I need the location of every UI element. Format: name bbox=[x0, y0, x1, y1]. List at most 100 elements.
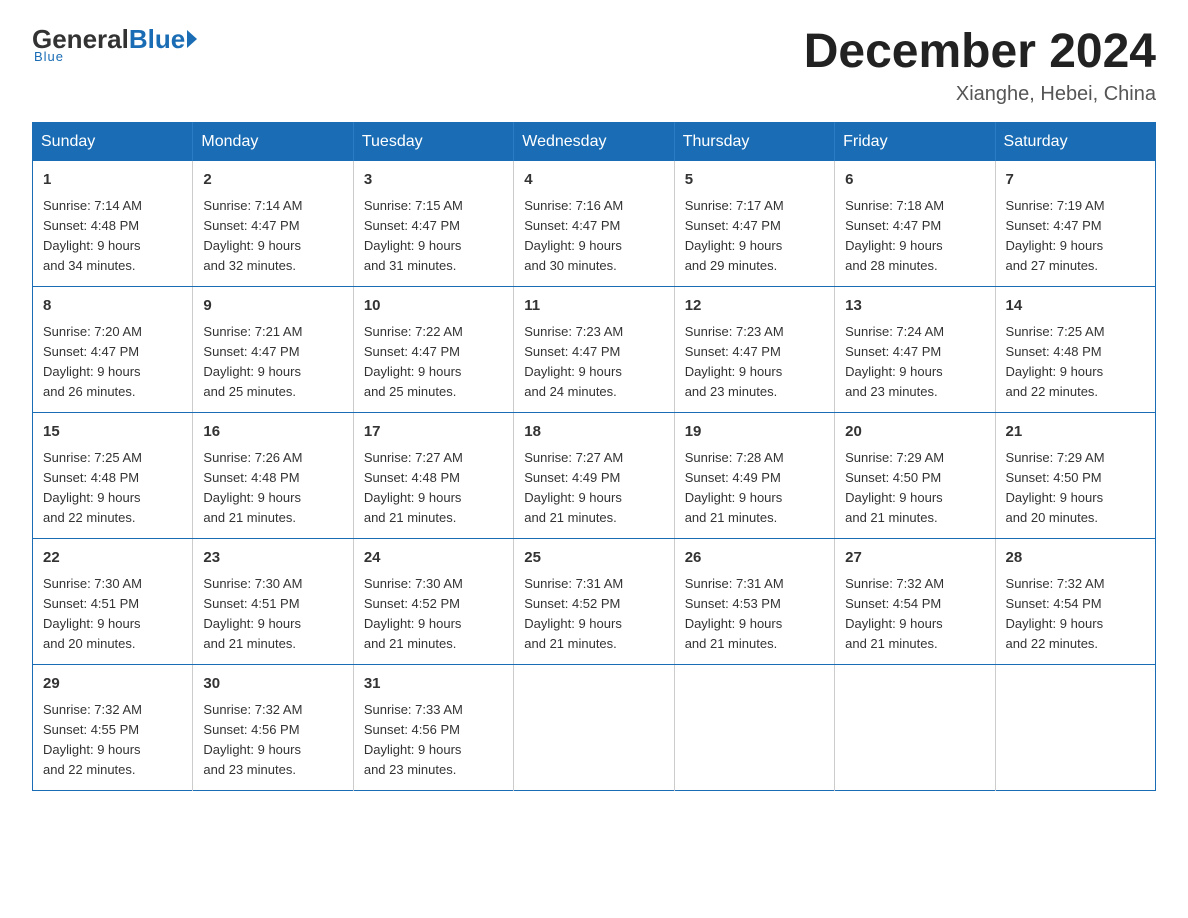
day-number: 22 bbox=[43, 547, 182, 570]
main-title: December 2024 bbox=[804, 24, 1156, 79]
day-info: Sunrise: 7:17 AM Sunset: 4:47 PM Dayligh… bbox=[685, 196, 824, 277]
day-number: 28 bbox=[1006, 547, 1145, 570]
day-number: 26 bbox=[685, 547, 824, 570]
calendar-cell: 31 Sunrise: 7:33 AM Sunset: 4:56 PM Dayl… bbox=[353, 665, 513, 791]
calendar-cell: 22 Sunrise: 7:30 AM Sunset: 4:51 PM Dayl… bbox=[33, 539, 193, 665]
day-info: Sunrise: 7:27 AM Sunset: 4:49 PM Dayligh… bbox=[524, 448, 663, 529]
calendar-cell bbox=[674, 665, 834, 791]
day-info: Sunrise: 7:14 AM Sunset: 4:48 PM Dayligh… bbox=[43, 196, 182, 277]
day-info: Sunrise: 7:31 AM Sunset: 4:53 PM Dayligh… bbox=[685, 574, 824, 655]
day-number: 2 bbox=[203, 169, 342, 192]
day-number: 1 bbox=[43, 169, 182, 192]
day-info: Sunrise: 7:30 AM Sunset: 4:52 PM Dayligh… bbox=[364, 574, 503, 655]
calendar-cell: 15 Sunrise: 7:25 AM Sunset: 4:48 PM Dayl… bbox=[33, 413, 193, 539]
day-number: 10 bbox=[364, 295, 503, 318]
calendar-cell: 11 Sunrise: 7:23 AM Sunset: 4:47 PM Dayl… bbox=[514, 287, 674, 413]
day-info: Sunrise: 7:22 AM Sunset: 4:47 PM Dayligh… bbox=[364, 322, 503, 403]
calendar-cell: 26 Sunrise: 7:31 AM Sunset: 4:53 PM Dayl… bbox=[674, 539, 834, 665]
day-info: Sunrise: 7:30 AM Sunset: 4:51 PM Dayligh… bbox=[43, 574, 182, 655]
day-number: 15 bbox=[43, 421, 182, 444]
day-info: Sunrise: 7:32 AM Sunset: 4:55 PM Dayligh… bbox=[43, 700, 182, 781]
header-friday: Friday bbox=[835, 123, 995, 162]
calendar-cell: 16 Sunrise: 7:26 AM Sunset: 4:48 PM Dayl… bbox=[193, 413, 353, 539]
day-number: 23 bbox=[203, 547, 342, 570]
day-number: 3 bbox=[364, 169, 503, 192]
day-info: Sunrise: 7:29 AM Sunset: 4:50 PM Dayligh… bbox=[845, 448, 984, 529]
calendar-cell: 23 Sunrise: 7:30 AM Sunset: 4:51 PM Dayl… bbox=[193, 539, 353, 665]
calendar-cell: 18 Sunrise: 7:27 AM Sunset: 4:49 PM Dayl… bbox=[514, 413, 674, 539]
logo-underline-text: Blue bbox=[34, 49, 64, 64]
calendar-cell: 14 Sunrise: 7:25 AM Sunset: 4:48 PM Dayl… bbox=[995, 287, 1155, 413]
day-number: 25 bbox=[524, 547, 663, 570]
calendar-table: SundayMondayTuesdayWednesdayThursdayFrid… bbox=[32, 122, 1156, 791]
day-info: Sunrise: 7:31 AM Sunset: 4:52 PM Dayligh… bbox=[524, 574, 663, 655]
calendar-cell: 19 Sunrise: 7:28 AM Sunset: 4:49 PM Dayl… bbox=[674, 413, 834, 539]
calendar-cell: 29 Sunrise: 7:32 AM Sunset: 4:55 PM Dayl… bbox=[33, 665, 193, 791]
logo-blue-text: Blue bbox=[129, 24, 185, 55]
calendar-cell: 6 Sunrise: 7:18 AM Sunset: 4:47 PM Dayli… bbox=[835, 161, 995, 287]
calendar-cell: 9 Sunrise: 7:21 AM Sunset: 4:47 PM Dayli… bbox=[193, 287, 353, 413]
day-info: Sunrise: 7:14 AM Sunset: 4:47 PM Dayligh… bbox=[203, 196, 342, 277]
day-number: 12 bbox=[685, 295, 824, 318]
day-info: Sunrise: 7:15 AM Sunset: 4:47 PM Dayligh… bbox=[364, 196, 503, 277]
calendar-cell: 20 Sunrise: 7:29 AM Sunset: 4:50 PM Dayl… bbox=[835, 413, 995, 539]
calendar-cell: 3 Sunrise: 7:15 AM Sunset: 4:47 PM Dayli… bbox=[353, 161, 513, 287]
header-sunday: Sunday bbox=[33, 123, 193, 162]
day-number: 9 bbox=[203, 295, 342, 318]
day-number: 17 bbox=[364, 421, 503, 444]
day-number: 19 bbox=[685, 421, 824, 444]
day-info: Sunrise: 7:28 AM Sunset: 4:49 PM Dayligh… bbox=[685, 448, 824, 529]
calendar-cell: 5 Sunrise: 7:17 AM Sunset: 4:47 PM Dayli… bbox=[674, 161, 834, 287]
calendar-cell: 30 Sunrise: 7:32 AM Sunset: 4:56 PM Dayl… bbox=[193, 665, 353, 791]
day-number: 31 bbox=[364, 673, 503, 696]
day-info: Sunrise: 7:23 AM Sunset: 4:47 PM Dayligh… bbox=[524, 322, 663, 403]
subtitle: Xianghe, Hebei, China bbox=[804, 83, 1156, 106]
week-row-3: 15 Sunrise: 7:25 AM Sunset: 4:48 PM Dayl… bbox=[33, 413, 1156, 539]
day-info: Sunrise: 7:16 AM Sunset: 4:47 PM Dayligh… bbox=[524, 196, 663, 277]
day-info: Sunrise: 7:19 AM Sunset: 4:47 PM Dayligh… bbox=[1006, 196, 1145, 277]
week-row-4: 22 Sunrise: 7:30 AM Sunset: 4:51 PM Dayl… bbox=[33, 539, 1156, 665]
calendar-cell: 2 Sunrise: 7:14 AM Sunset: 4:47 PM Dayli… bbox=[193, 161, 353, 287]
header-saturday: Saturday bbox=[995, 123, 1155, 162]
calendar-cell bbox=[514, 665, 674, 791]
day-info: Sunrise: 7:26 AM Sunset: 4:48 PM Dayligh… bbox=[203, 448, 342, 529]
week-row-5: 29 Sunrise: 7:32 AM Sunset: 4:55 PM Dayl… bbox=[33, 665, 1156, 791]
week-row-2: 8 Sunrise: 7:20 AM Sunset: 4:47 PM Dayli… bbox=[33, 287, 1156, 413]
day-info: Sunrise: 7:32 AM Sunset: 4:54 PM Dayligh… bbox=[1006, 574, 1145, 655]
day-info: Sunrise: 7:30 AM Sunset: 4:51 PM Dayligh… bbox=[203, 574, 342, 655]
calendar-cell: 17 Sunrise: 7:27 AM Sunset: 4:48 PM Dayl… bbox=[353, 413, 513, 539]
day-number: 27 bbox=[845, 547, 984, 570]
day-number: 20 bbox=[845, 421, 984, 444]
day-info: Sunrise: 7:25 AM Sunset: 4:48 PM Dayligh… bbox=[1006, 322, 1145, 403]
calendar-cell bbox=[835, 665, 995, 791]
day-info: Sunrise: 7:18 AM Sunset: 4:47 PM Dayligh… bbox=[845, 196, 984, 277]
calendar-cell: 7 Sunrise: 7:19 AM Sunset: 4:47 PM Dayli… bbox=[995, 161, 1155, 287]
day-number: 21 bbox=[1006, 421, 1145, 444]
day-number: 24 bbox=[364, 547, 503, 570]
header-wednesday: Wednesday bbox=[514, 123, 674, 162]
header-monday: Monday bbox=[193, 123, 353, 162]
calendar-cell: 28 Sunrise: 7:32 AM Sunset: 4:54 PM Dayl… bbox=[995, 539, 1155, 665]
day-number: 29 bbox=[43, 673, 182, 696]
calendar-cell: 25 Sunrise: 7:31 AM Sunset: 4:52 PM Dayl… bbox=[514, 539, 674, 665]
calendar-cell: 13 Sunrise: 7:24 AM Sunset: 4:47 PM Dayl… bbox=[835, 287, 995, 413]
calendar-cell: 21 Sunrise: 7:29 AM Sunset: 4:50 PM Dayl… bbox=[995, 413, 1155, 539]
calendar-header-row: SundayMondayTuesdayWednesdayThursdayFrid… bbox=[33, 123, 1156, 162]
day-number: 18 bbox=[524, 421, 663, 444]
header-tuesday: Tuesday bbox=[353, 123, 513, 162]
page-header: General Blue Blue December 2024 Xianghe,… bbox=[32, 24, 1156, 106]
day-info: Sunrise: 7:29 AM Sunset: 4:50 PM Dayligh… bbox=[1006, 448, 1145, 529]
day-info: Sunrise: 7:23 AM Sunset: 4:47 PM Dayligh… bbox=[685, 322, 824, 403]
header-thursday: Thursday bbox=[674, 123, 834, 162]
calendar-cell: 24 Sunrise: 7:30 AM Sunset: 4:52 PM Dayl… bbox=[353, 539, 513, 665]
logo: General Blue Blue bbox=[32, 24, 197, 64]
day-number: 30 bbox=[203, 673, 342, 696]
day-number: 11 bbox=[524, 295, 663, 318]
day-info: Sunrise: 7:25 AM Sunset: 4:48 PM Dayligh… bbox=[43, 448, 182, 529]
day-info: Sunrise: 7:21 AM Sunset: 4:47 PM Dayligh… bbox=[203, 322, 342, 403]
calendar-cell bbox=[995, 665, 1155, 791]
day-number: 6 bbox=[845, 169, 984, 192]
week-row-1: 1 Sunrise: 7:14 AM Sunset: 4:48 PM Dayli… bbox=[33, 161, 1156, 287]
day-info: Sunrise: 7:33 AM Sunset: 4:56 PM Dayligh… bbox=[364, 700, 503, 781]
day-info: Sunrise: 7:32 AM Sunset: 4:54 PM Dayligh… bbox=[845, 574, 984, 655]
